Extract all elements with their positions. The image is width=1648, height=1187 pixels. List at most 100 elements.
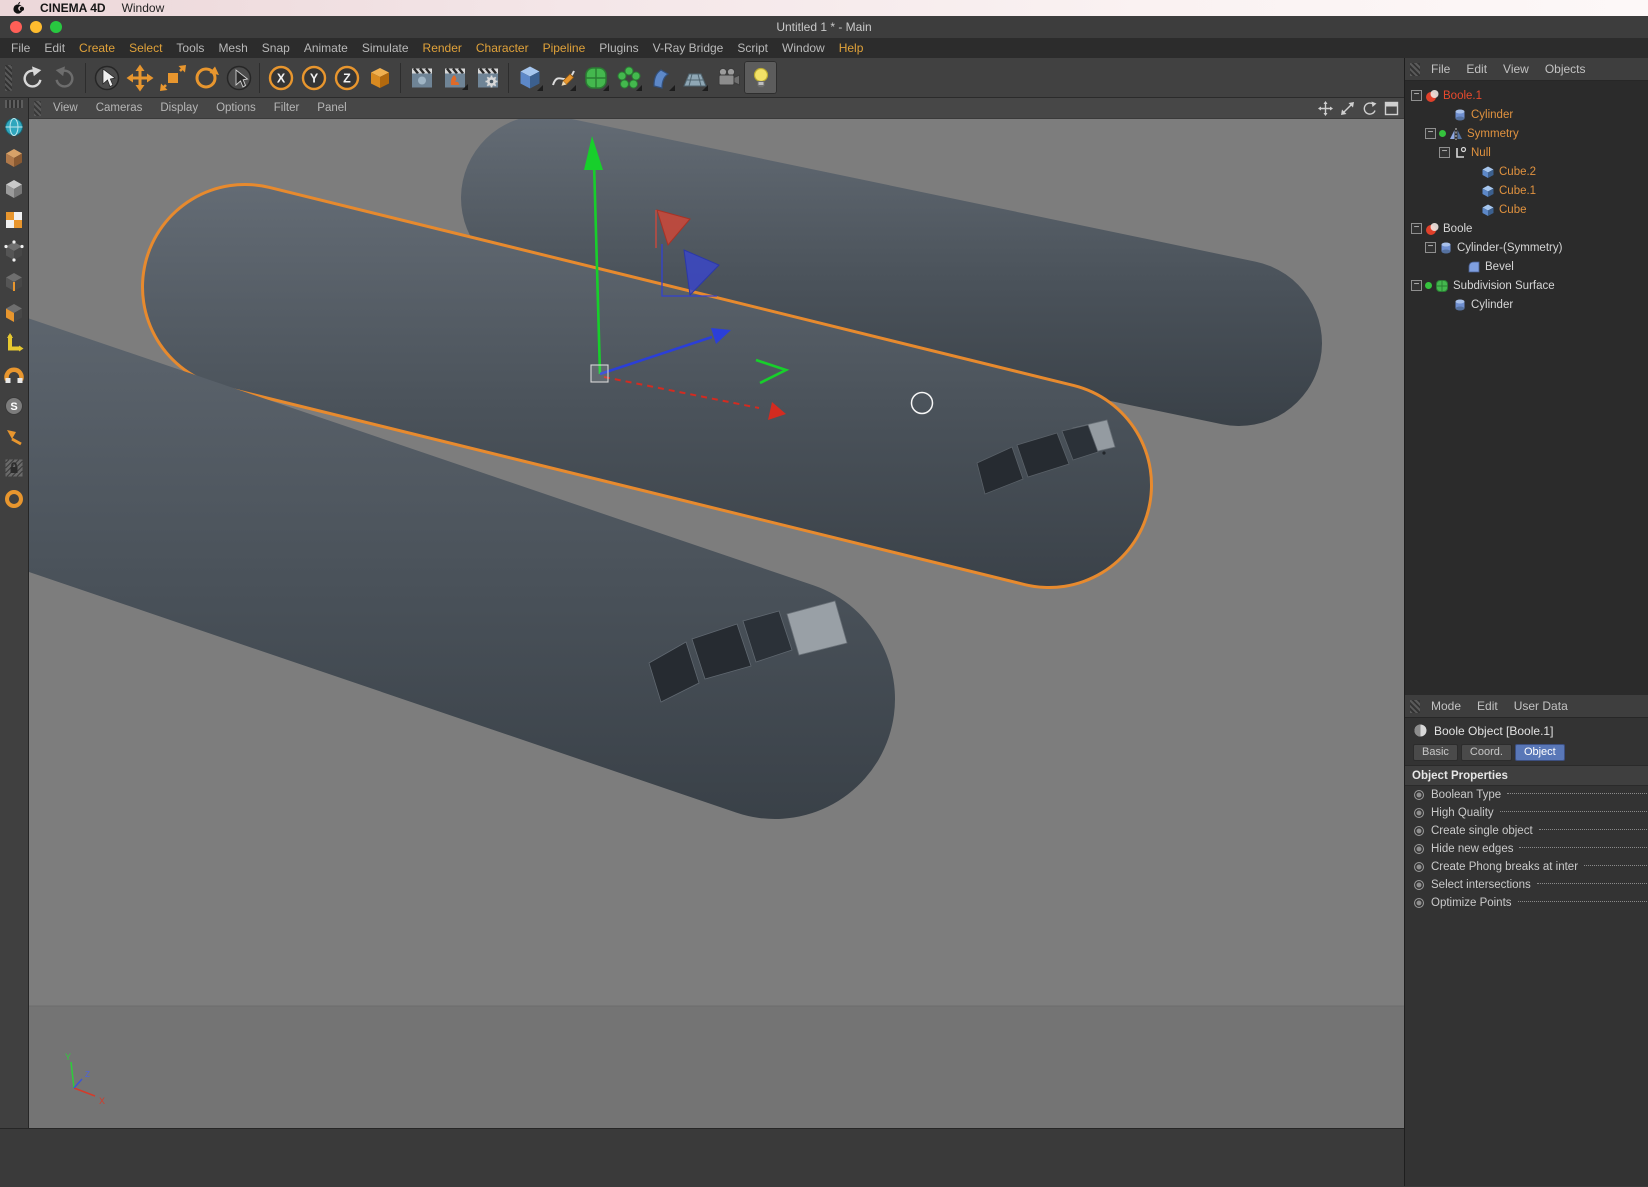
lock-x-axis-icon[interactable]: X	[264, 61, 297, 94]
viewport-menu-display[interactable]: Display	[151, 102, 207, 114]
tab-coord[interactable]: Coord.	[1460, 744, 1512, 761]
viewport-drag-handle[interactable]	[34, 100, 41, 116]
keyframe-dot-icon[interactable]	[1414, 826, 1424, 836]
rotate-tool-icon[interactable]	[189, 61, 222, 94]
apple-icon[interactable]	[12, 1, 24, 15]
last-tool-icon[interactable]	[222, 61, 255, 94]
menu-character[interactable]: Character	[469, 41, 536, 55]
convert-icon[interactable]	[2, 115, 26, 139]
lock-y-axis-icon[interactable]: Y	[297, 61, 330, 94]
tree-item-cylinder-2[interactable]: Cylinder	[1405, 295, 1648, 314]
palette-drag-handle[interactable]	[5, 100, 23, 108]
snapping-icon[interactable]: S	[2, 394, 26, 418]
live-selection-icon[interactable]	[90, 61, 123, 94]
expander-icon[interactable]: −	[1411, 280, 1422, 291]
macos-app-name[interactable]: CINEMA 4D	[40, 1, 106, 15]
expander-icon[interactable]: −	[1411, 223, 1422, 234]
attribute-manager-drag-handle[interactable]	[1410, 699, 1420, 713]
menu-animate[interactable]: Animate	[297, 41, 355, 55]
texture-mode-icon[interactable]	[2, 208, 26, 232]
tab-object[interactable]: Object	[1514, 744, 1565, 761]
edit-render-settings-icon[interactable]	[471, 61, 504, 94]
menu-select[interactable]: Select	[122, 41, 169, 55]
generators-icon[interactable]	[612, 61, 645, 94]
keyframe-dot-icon[interactable]	[1414, 862, 1424, 872]
property-select-intersections[interactable]: Select intersections	[1405, 876, 1648, 894]
viewport-rotate-icon[interactable]	[1362, 101, 1377, 116]
tree-item-boole1[interactable]: − Boole.1	[1405, 86, 1648, 105]
property-hide-new-edges[interactable]: Hide new edges	[1405, 840, 1648, 858]
scene-canvas[interactable]: Y Z X	[29, 98, 1404, 1128]
tree-item-cube1[interactable]: Cube.1	[1405, 181, 1648, 200]
snap-settings-icon[interactable]	[2, 425, 26, 449]
enabled-dot-icon[interactable]	[1439, 130, 1446, 137]
texture-axis-icon[interactable]	[2, 487, 26, 511]
gizmo-origin-cube[interactable]	[590, 364, 609, 383]
spline-pen-icon[interactable]	[546, 61, 579, 94]
camera-icon[interactable]	[711, 61, 744, 94]
menu-render[interactable]: Render	[416, 41, 469, 55]
am-menu-user-data[interactable]: User Data	[1506, 699, 1576, 713]
keyframe-dot-icon[interactable]	[1414, 880, 1424, 890]
model-mode-icon[interactable]	[2, 177, 26, 201]
viewport-menu-filter[interactable]: Filter	[265, 102, 309, 114]
menu-edit[interactable]: Edit	[37, 41, 72, 55]
enabled-dot-icon[interactable]	[1425, 282, 1432, 289]
macos-menu-window[interactable]: Window	[122, 1, 165, 15]
property-optimize-points[interactable]: Optimize Points	[1405, 894, 1648, 912]
om-menu-edit[interactable]: Edit	[1458, 62, 1495, 76]
tab-basic[interactable]: Basic	[1413, 744, 1458, 761]
menu-mesh[interactable]: Mesh	[211, 41, 254, 55]
menu-create[interactable]: Create	[72, 41, 122, 55]
om-menu-view[interactable]: View	[1495, 62, 1537, 76]
property-create-phong-breaks[interactable]: Create Phong breaks at inter	[1405, 858, 1648, 876]
workplane-icon[interactable]	[2, 363, 26, 387]
render-view-icon[interactable]	[405, 61, 438, 94]
keyframe-dot-icon[interactable]	[1414, 844, 1424, 854]
property-boolean-type[interactable]: Boolean Type	[1405, 786, 1648, 804]
menu-plugins[interactable]: Plugins	[592, 41, 645, 55]
expander-icon[interactable]: −	[1439, 147, 1450, 158]
deformers-icon[interactable]	[645, 61, 678, 94]
toolbar-drag-handle[interactable]	[5, 64, 12, 91]
move-tool-icon[interactable]	[123, 61, 156, 94]
locked-workplane-icon[interactable]	[2, 456, 26, 480]
lock-z-axis-icon[interactable]: Z	[330, 61, 363, 94]
property-high-quality[interactable]: High Quality	[1405, 804, 1648, 822]
tree-item-cube2[interactable]: Cube.2	[1405, 162, 1648, 181]
expander-icon[interactable]: −	[1411, 90, 1422, 101]
object-manager-drag-handle[interactable]	[1410, 62, 1420, 76]
tree-item-null[interactable]: − Null	[1405, 143, 1648, 162]
add-cube-primitive-icon[interactable]	[513, 61, 546, 94]
viewport[interactable]: Y Z X View Cameras Display Options Filte…	[29, 98, 1404, 1128]
redo-icon[interactable]	[48, 61, 81, 94]
menu-pipeline[interactable]: Pipeline	[536, 41, 593, 55]
viewport-zoom-icon[interactable]	[1340, 101, 1355, 116]
menu-file[interactable]: File	[4, 41, 37, 55]
tree-item-bevel[interactable]: Bevel	[1405, 257, 1648, 276]
points-mode-icon[interactable]	[2, 239, 26, 263]
enable-axis-icon[interactable]	[2, 332, 26, 356]
viewport-pan-icon[interactable]	[1318, 101, 1333, 116]
tree-item-symmetry[interactable]: − Symmetry	[1405, 124, 1648, 143]
environment-icon[interactable]	[678, 61, 711, 94]
keyframe-dot-icon[interactable]	[1414, 808, 1424, 818]
expander-icon[interactable]: −	[1425, 128, 1436, 139]
tree-item-subdivision-surface[interactable]: − Subdivision Surface	[1405, 276, 1648, 295]
om-menu-file[interactable]: File	[1423, 62, 1458, 76]
expander-icon[interactable]: −	[1425, 242, 1436, 253]
render-to-picture-viewer-icon[interactable]	[438, 61, 471, 94]
edges-mode-icon[interactable]	[2, 270, 26, 294]
make-editable-icon[interactable]	[2, 146, 26, 170]
menu-help[interactable]: Help	[832, 41, 871, 55]
coordinate-system-icon[interactable]	[363, 61, 396, 94]
menu-tools[interactable]: Tools	[169, 41, 211, 55]
tree-item-boole[interactable]: − Boole	[1405, 219, 1648, 238]
am-menu-edit[interactable]: Edit	[1469, 699, 1506, 713]
am-menu-mode[interactable]: Mode	[1423, 699, 1469, 713]
viewport-menu-panel[interactable]: Panel	[308, 102, 355, 114]
light-icon[interactable]	[744, 61, 777, 94]
tree-item-cylinder[interactable]: Cylinder	[1405, 105, 1648, 124]
subdivision-surface-icon[interactable]	[579, 61, 612, 94]
keyframe-dot-icon[interactable]	[1414, 898, 1424, 908]
